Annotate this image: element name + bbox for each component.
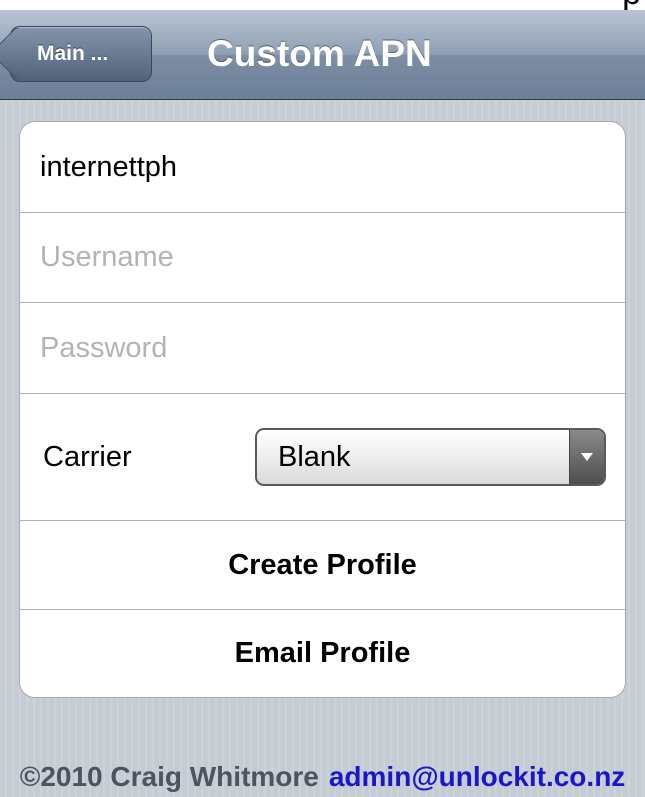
carrier-select[interactable]: Blank: [255, 428, 606, 486]
carrier-row: Carrier Blank: [20, 394, 625, 521]
username-input[interactable]: [40, 213, 605, 302]
email-profile-button[interactable]: Email Profile: [20, 610, 625, 697]
navigation-bar: Main ... Custom APN: [0, 10, 645, 100]
footer: ©2010 Craig Whitmore admin@unlockit.co.nz: [0, 757, 645, 797]
page-title: Custom APN: [207, 33, 432, 74]
create-profile-row: Create Profile: [20, 521, 625, 610]
email-link[interactable]: admin@unlockit.co.nz: [329, 761, 625, 792]
back-button[interactable]: Main ...: [0, 26, 152, 82]
apn-row: [20, 122, 625, 213]
back-button-label: Main ...: [37, 42, 109, 65]
top-strip: p: [0, 0, 645, 10]
copyright-text: ©2010 Craig Whitmore: [19, 761, 319, 792]
password-row: [20, 303, 625, 394]
carrier-select-value: Blank: [278, 441, 351, 473]
username-row: [20, 213, 625, 303]
email-profile-row: Email Profile: [20, 610, 625, 697]
chevron-down-icon: [581, 453, 593, 461]
carrier-label: Carrier: [43, 441, 132, 473]
password-input[interactable]: [40, 303, 605, 393]
apn-input[interactable]: [40, 122, 605, 212]
top-strip-text: p: [622, 0, 641, 10]
create-profile-button[interactable]: Create Profile: [20, 521, 625, 609]
select-arrow-button: [569, 430, 604, 484]
apn-form-card: Carrier Blank Create Profile Email Profi…: [19, 121, 626, 698]
